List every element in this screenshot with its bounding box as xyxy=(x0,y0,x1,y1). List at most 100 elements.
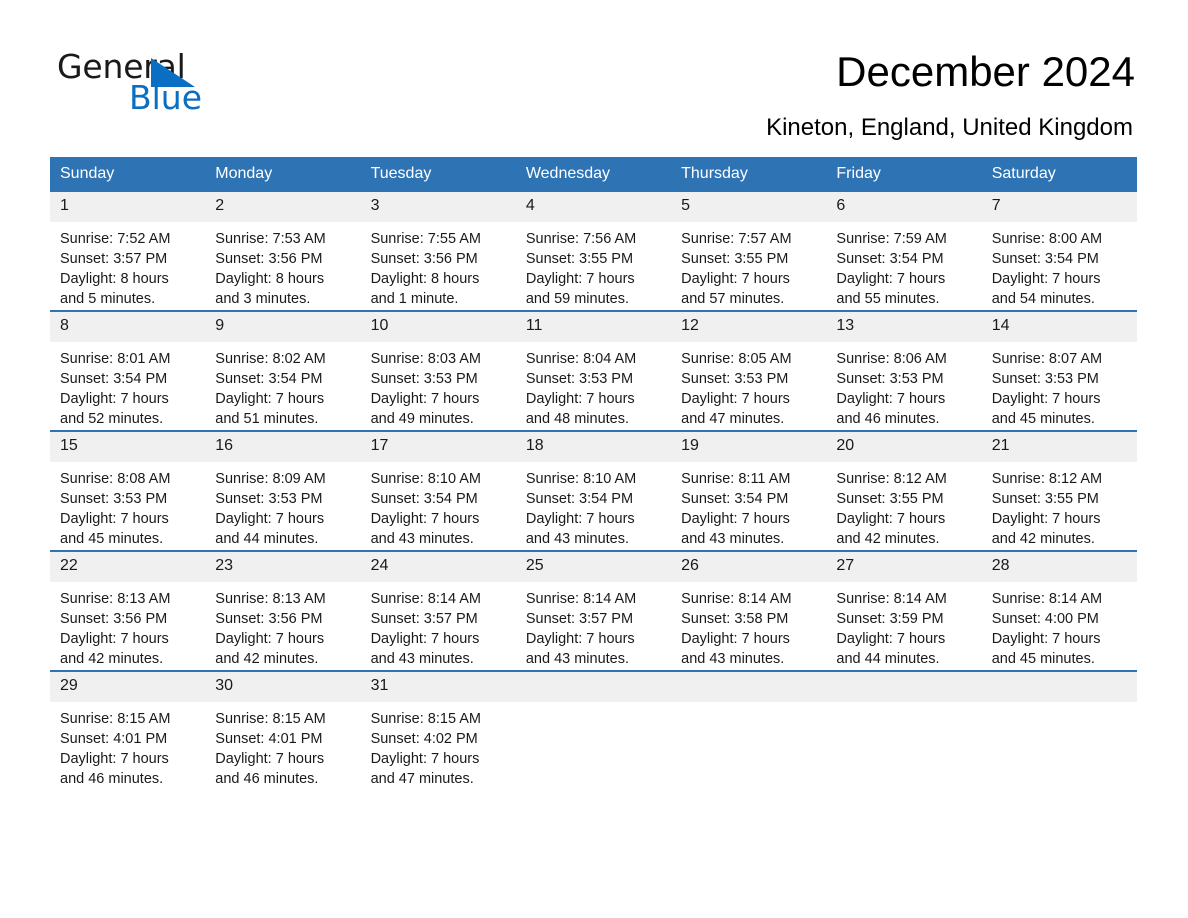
day-details: Sunrise: 7:53 AM Sunset: 3:56 PM Daylight:… xyxy=(205,222,360,309)
calendar-day-cell[interactable]: 27 Sunrise: 8:14 AM Sunset: 3:59 PM Dayligh… xyxy=(826,550,982,671)
calendar-day-cell[interactable]: 26 Sunrise: 8:14 AM Sunset: 3:58 PM Dayligh… xyxy=(671,550,827,671)
day-details: Sunrise: 8:12 AM Sunset: 3:55 PM Daylight:… xyxy=(982,462,1137,549)
calendar-day-cell[interactable]: 17 Sunrise: 8:10 AM Sunset: 3:54 PM Dayligh… xyxy=(360,430,516,551)
sunrise-time: Sunrise: 8:15 AM xyxy=(215,711,326,727)
day-details xyxy=(826,702,981,709)
sunset-time: Sunset: 3:54 PM xyxy=(370,491,478,507)
calendar-day-cell[interactable]: 10 Sunrise: 8:03 AM Sunset: 3:53 PM Dayligh… xyxy=(360,310,516,431)
day-number: 21 xyxy=(981,432,1137,462)
day-details: Sunrise: 8:14 AM Sunset: 3:57 PM Daylight:… xyxy=(516,582,671,669)
sunset-time: Sunset: 3:56 PM xyxy=(215,251,323,267)
calendar-week-row: 8 Sunrise: 8:01 AM Sunset: 3:54 PM Daylight… xyxy=(50,310,1137,431)
sunrise-time: Sunrise: 8:02 AM xyxy=(215,351,326,367)
day-details: Sunrise: 8:13 AM Sunset: 3:56 PM Daylight:… xyxy=(205,582,360,669)
day-number: 30 xyxy=(205,672,361,702)
day-details: Sunrise: 8:14 AM Sunset: 4:00 PM Daylight:… xyxy=(982,582,1137,669)
sunset-time: Sunset: 3:59 PM xyxy=(836,611,944,627)
sunrise-time: Sunrise: 8:13 AM xyxy=(60,591,171,607)
day-number: 15 xyxy=(50,432,206,462)
daylight-duration-line1: Daylight: 7 hours xyxy=(991,391,1101,407)
calendar-day-cell[interactable]: 8 Sunrise: 8:01 AM Sunset: 3:54 PM Daylight… xyxy=(50,310,206,431)
calendar-day-cell[interactable]: 14 Sunrise: 8:07 AM Sunset: 3:53 PM Dayligh… xyxy=(981,310,1137,431)
daylight-duration-line2: and 44 minutes. xyxy=(836,651,940,667)
calendar-day-cell[interactable]: 20 Sunrise: 8:12 AM Sunset: 3:55 PM Dayligh… xyxy=(826,430,982,551)
sunset-time: Sunset: 3:57 PM xyxy=(525,611,634,627)
sunrise-time: Sunrise: 8:01 AM xyxy=(60,351,171,367)
daylight-duration-line1: Daylight: 7 hours xyxy=(525,631,635,647)
daylight-duration-line1: Daylight: 7 hours xyxy=(681,271,790,287)
generalblue-logo[interactable]: General Blue xyxy=(57,50,317,120)
daylight-duration-line2: and 5 minutes. xyxy=(60,291,156,307)
daylight-duration-line1: Daylight: 8 hours xyxy=(60,271,169,287)
daylight-duration-line2: and 59 minutes. xyxy=(525,291,630,307)
sunrise-time: Sunrise: 8:08 AM xyxy=(60,471,171,487)
calendar-day-cell[interactable]: 9 Sunrise: 8:02 AM Sunset: 3:54 PM Daylight… xyxy=(205,310,361,431)
day-details: Sunrise: 8:10 AM Sunset: 3:54 PM Daylight:… xyxy=(361,462,516,549)
day-details: Sunrise: 8:12 AM Sunset: 3:55 PM Daylight:… xyxy=(826,462,981,549)
daylight-duration-line1: Daylight: 7 hours xyxy=(215,631,325,647)
day-number: 11 xyxy=(515,312,672,342)
day-details: Sunrise: 8:04 AM Sunset: 3:53 PM Daylight:… xyxy=(516,342,671,429)
sunset-time: Sunset: 3:55 PM xyxy=(681,251,789,267)
sunrise-time: Sunrise: 7:56 AM xyxy=(525,231,637,247)
sunrise-time: Sunrise: 8:04 AM xyxy=(525,351,637,367)
calendar-day-cell[interactable]: 25 Sunrise: 8:14 AM Sunset: 3:57 PM Dayligh… xyxy=(515,550,672,671)
calendar-day-cell[interactable]: 22 Sunrise: 8:13 AM Sunset: 3:56 PM Dayligh… xyxy=(50,550,206,671)
day-details: Sunrise: 8:13 AM Sunset: 3:56 PM Daylight:… xyxy=(50,582,205,669)
day-number: 29 xyxy=(50,672,206,702)
day-number: 23 xyxy=(205,552,361,582)
day-number: 17 xyxy=(360,432,516,462)
calendar-day-cell[interactable]: 2 Sunrise: 7:53 AM Sunset: 3:56 PM Daylight… xyxy=(205,192,361,311)
calendar-day-cell[interactable]: 23 Sunrise: 8:13 AM Sunset: 3:56 PM Dayligh… xyxy=(205,550,361,671)
calendar-day-cell[interactable]: 6 Sunrise: 7:59 AM Sunset: 3:54 PM Daylight… xyxy=(826,192,982,311)
daylight-duration-line1: Daylight: 7 hours xyxy=(991,631,1101,647)
day-details: Sunrise: 8:14 AM Sunset: 3:58 PM Daylight:… xyxy=(671,582,826,669)
sunset-time: Sunset: 3:56 PM xyxy=(215,611,323,627)
calendar-day-cell[interactable]: 1 Sunrise: 7:52 AM Sunset: 3:57 PM Daylight… xyxy=(50,192,206,311)
calendar-day-cell[interactable]: 28 Sunrise: 8:14 AM Sunset: 4:00 PM Dayligh… xyxy=(981,550,1137,671)
sunrise-time: Sunrise: 8:11 AM xyxy=(681,471,791,487)
calendar-day-cell[interactable]: 3 Sunrise: 7:55 AM Sunset: 3:56 PM Daylight… xyxy=(360,192,516,311)
calendar-day-cell[interactable]: 5 Sunrise: 7:57 AM Sunset: 3:55 PM Daylight… xyxy=(671,192,827,311)
calendar-day-cell[interactable]: 11 Sunrise: 8:04 AM Sunset: 3:53 PM Dayligh… xyxy=(515,310,672,431)
day-number: 4 xyxy=(515,192,672,222)
sunrise-time: Sunrise: 7:57 AM xyxy=(681,231,792,247)
calendar-day-cell[interactable]: 19 Sunrise: 8:11 AM Sunset: 3:54 PM Dayligh… xyxy=(671,430,827,551)
calendar-day-cell[interactable]: 12 Sunrise: 8:05 AM Sunset: 3:53 PM Dayligh… xyxy=(671,310,827,431)
sunset-time: Sunset: 3:53 PM xyxy=(991,371,1099,387)
day-number: 18 xyxy=(515,432,672,462)
sunset-time: Sunset: 3:55 PM xyxy=(525,251,634,267)
calendar-day-cell[interactable]: 13 Sunrise: 8:06 AM Sunset: 3:53 PM Dayligh… xyxy=(826,310,982,431)
calendar-day-cell[interactable]: 24 Sunrise: 8:14 AM Sunset: 3:57 PM Dayligh… xyxy=(360,550,516,671)
day-details: Sunrise: 8:00 AM Sunset: 3:54 PM Daylight:… xyxy=(982,222,1137,309)
daylight-duration-line1: Daylight: 7 hours xyxy=(681,631,790,647)
calendar-day-cell[interactable]: 31 Sunrise: 8:15 AM Sunset: 4:02 PM Dayligh… xyxy=(360,670,516,790)
daylight-duration-line2: and 43 minutes. xyxy=(681,531,785,547)
sunset-time: Sunset: 3:58 PM xyxy=(681,611,789,627)
calendar-day-cell[interactable]: 7 Sunrise: 8:00 AM Sunset: 3:54 PM Daylight… xyxy=(981,192,1137,311)
sunrise-time: Sunrise: 7:59 AM xyxy=(836,231,947,247)
sunrise-time: Sunrise: 8:15 AM xyxy=(370,711,481,727)
day-number: 20 xyxy=(826,432,982,462)
sunset-time: Sunset: 3:54 PM xyxy=(836,251,944,267)
logo-text-blue: Blue xyxy=(129,78,203,117)
day-details: Sunrise: 8:11 AM Sunset: 3:54 PM Daylight:… xyxy=(671,462,826,549)
sunrise-time: Sunrise: 8:14 AM xyxy=(836,591,947,607)
calendar-day-cell[interactable]: 21 Sunrise: 8:12 AM Sunset: 3:55 PM Dayligh… xyxy=(981,430,1137,551)
sunrise-time: Sunrise: 8:14 AM xyxy=(525,591,637,607)
calendar-day-cell[interactable]: 29 Sunrise: 8:15 AM Sunset: 4:01 PM Dayligh… xyxy=(50,670,206,790)
calendar-day-cell[interactable]: 4 Sunrise: 7:56 AM Sunset: 3:55 PM Daylight… xyxy=(515,192,672,311)
sunrise-time: Sunrise: 8:06 AM xyxy=(836,351,947,367)
day-number: 1 xyxy=(50,192,206,222)
calendar-day-cell[interactable]: 30 Sunrise: 8:15 AM Sunset: 4:01 PM Dayligh… xyxy=(205,670,361,790)
day-details: Sunrise: 8:15 AM Sunset: 4:01 PM Daylight:… xyxy=(205,702,360,789)
calendar-day-cell[interactable]: 15 Sunrise: 8:08 AM Sunset: 3:53 PM Dayligh… xyxy=(50,430,206,551)
sunrise-time: Sunrise: 7:53 AM xyxy=(215,231,326,247)
calendar-day-cell[interactable]: 16 Sunrise: 8:09 AM Sunset: 3:53 PM Dayligh… xyxy=(205,430,361,551)
daylight-duration-line2: and 42 minutes. xyxy=(215,651,319,667)
day-number xyxy=(981,672,1137,702)
daylight-duration-line2: and 55 minutes. xyxy=(836,291,940,307)
daylight-duration-line1: Daylight: 8 hours xyxy=(215,271,325,287)
daylight-duration-line1: Daylight: 7 hours xyxy=(525,391,635,407)
calendar-day-cell[interactable]: 18 Sunrise: 8:10 AM Sunset: 3:54 PM Dayligh… xyxy=(515,430,672,551)
